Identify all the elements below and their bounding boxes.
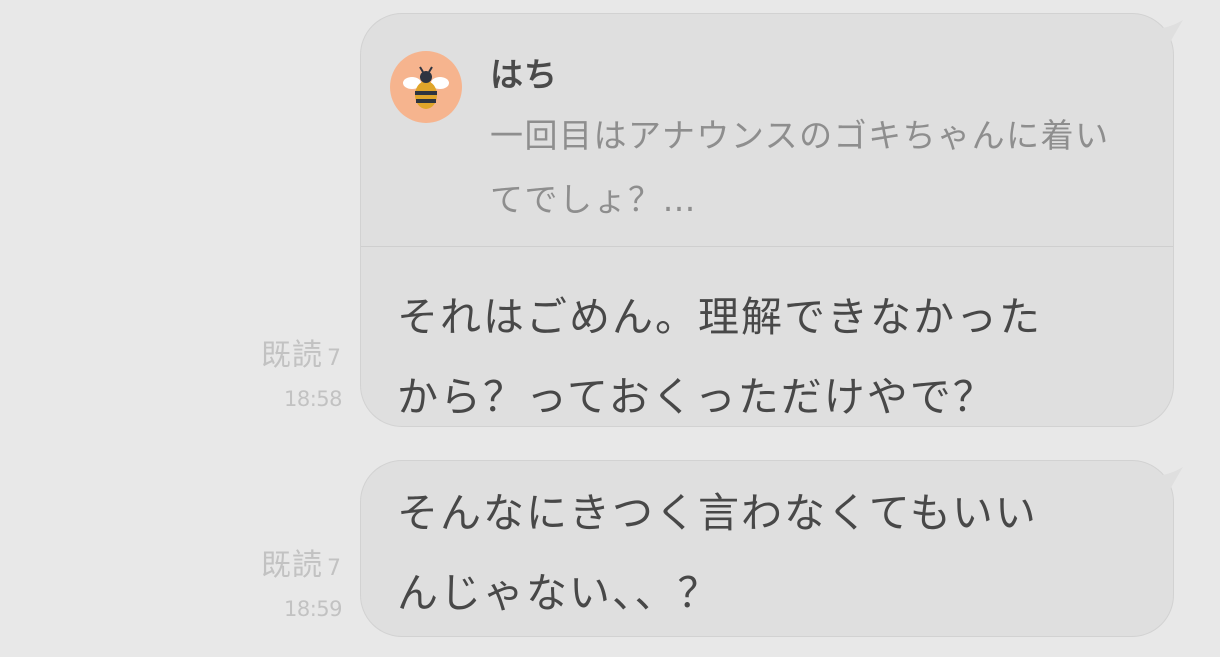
- read-count: 7: [327, 556, 342, 581]
- read-receipt: 既読 7: [261, 548, 342, 587]
- message-line: から？っておくっただけやで？: [397, 373, 996, 421]
- message-text: それはごめん。理解できなかった から？っておくっただけやで？: [361, 247, 1173, 437]
- chat-window: 既読 7 18:58 はち 一回目はアナウンスのゴキちゃんに着いてでしょ？… そ…: [0, 0, 1220, 657]
- read-label: 既読: [261, 338, 323, 373]
- message-line: んじゃない、、？: [397, 569, 721, 617]
- message-line: それはごめん。理解できなかった: [397, 293, 1042, 341]
- message-time: 18:59: [283, 597, 343, 621]
- message-line: そんなにきつく言わなくてもいい: [397, 489, 1038, 537]
- message-time: 18:58: [283, 387, 343, 411]
- read-count: 7: [327, 346, 342, 371]
- message-meta: 既読 7 18:59: [261, 548, 343, 623]
- reply-preview-text: 一回目はアナウンスのゴキちゃんに着いてでしょ？…: [490, 116, 1110, 219]
- bee-icon: [403, 66, 449, 109]
- message-text: そんなにきつく言わなくてもいい んじゃない、、？: [361, 461, 1173, 633]
- message-meta: 既読 7 18:58: [261, 338, 343, 413]
- read-receipt: 既読 7: [261, 338, 342, 377]
- bubble-tail: [1149, 467, 1183, 503]
- quoted-reply[interactable]: はち 一回目はアナウンスのゴキちゃんに着いてでしょ？…: [361, 14, 1173, 247]
- message-bubble[interactable]: そんなにきつく言わなくてもいい んじゃない、、？: [360, 460, 1183, 637]
- message-bubble[interactable]: はち 一回目はアナウンスのゴキちゃんに着いてでしょ？… それはごめん。理解できな…: [360, 13, 1183, 427]
- read-label: 既読: [261, 548, 323, 583]
- avatar[interactable]: [390, 51, 462, 123]
- reply-sender-name: はち: [490, 55, 558, 94]
